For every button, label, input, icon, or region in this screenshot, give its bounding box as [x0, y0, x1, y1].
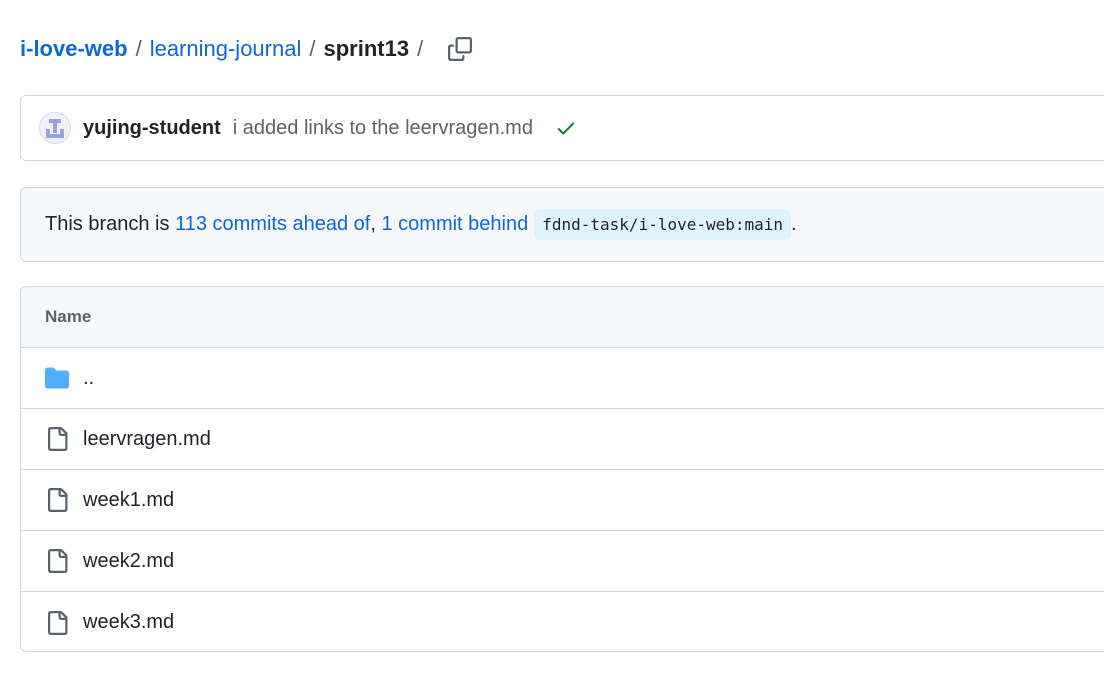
upstream-branch-ref[interactable]: fdnd-task/i-love-web:main [534, 209, 792, 240]
branch-status-prefix: This branch is [45, 213, 170, 235]
file-name[interactable]: week1.md [83, 489, 174, 512]
branch-status-comma: , [370, 213, 376, 235]
folder-icon [45, 366, 69, 390]
table-row[interactable]: week1.md [21, 470, 1104, 531]
name-column-header: Name [45, 307, 92, 326]
commits-ahead-link[interactable]: 113 commits ahead of [175, 213, 370, 236]
table-row[interactable]: week2.md [21, 531, 1104, 592]
copy-icon [448, 37, 473, 61]
commit-author-link[interactable]: yujing-student [83, 117, 221, 140]
breadcrumb-repo-link[interactable]: i-love-web [20, 36, 128, 62]
file-icon [45, 427, 69, 451]
file-table: Name .. leervragen.md week1.md week2.md … [20, 286, 1104, 652]
table-row[interactable]: leervragen.md [21, 409, 1104, 470]
file-name[interactable]: leervragen.md [83, 428, 211, 451]
check-status-icon [557, 122, 575, 135]
file-name[interactable]: .. [83, 367, 94, 390]
file-icon [45, 488, 69, 512]
breadcrumb-current: sprint13 [323, 36, 410, 61]
table-row-parent-directory[interactable]: .. [21, 348, 1104, 409]
commit-message-link[interactable]: i added links to the leervragen.md [233, 117, 533, 140]
file-icon [45, 549, 69, 573]
breadcrumb-separator: / [417, 36, 424, 61]
commits-behind-link[interactable]: 1 commit behind [381, 213, 528, 236]
page: i-love-web / learning-journal / sprint13… [0, 0, 1104, 681]
latest-commit-box: yujing-student i added links to the leer… [20, 95, 1104, 161]
breadcrumb: i-love-web / learning-journal / sprint13… [20, 32, 475, 66]
copy-path-button[interactable] [445, 34, 475, 64]
file-name[interactable]: week3.md [83, 611, 174, 634]
table-row[interactable]: week3.md [21, 592, 1104, 651]
branch-status-box: This branch is 113 commits ahead of, 1 c… [20, 187, 1104, 262]
avatar[interactable] [39, 112, 71, 144]
file-name[interactable]: week2.md [83, 550, 174, 573]
branch-status-suffix: . [791, 213, 797, 235]
breadcrumb-folder-link[interactable]: learning-journal [150, 36, 302, 62]
identicon-icon [40, 113, 70, 143]
check-icon[interactable] [555, 117, 577, 139]
file-icon [45, 610, 69, 635]
table-header: Name [21, 287, 1104, 348]
breadcrumb-separator: / [309, 36, 316, 61]
breadcrumb-separator: / [135, 36, 142, 61]
